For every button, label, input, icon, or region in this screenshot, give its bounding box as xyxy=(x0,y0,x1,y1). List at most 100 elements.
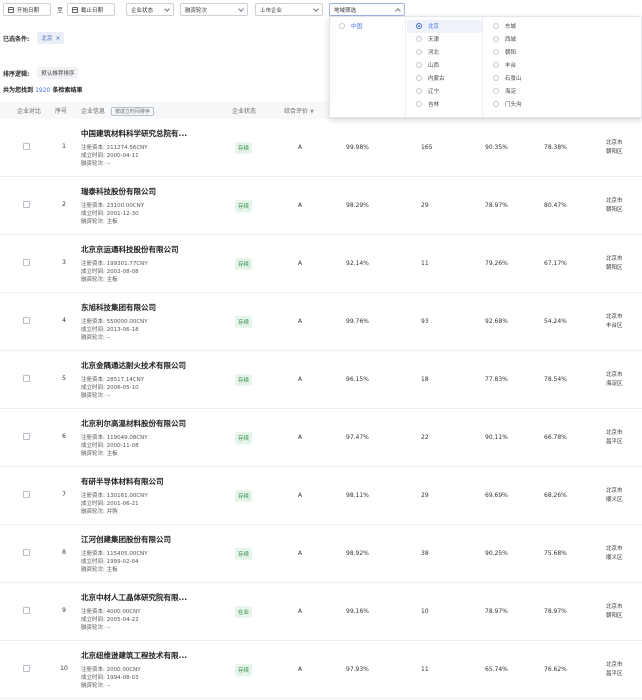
region-option[interactable]: 门头沟 xyxy=(493,100,522,108)
region-option[interactable]: 河北 xyxy=(416,48,439,56)
region-option[interactable]: 内蒙古 xyxy=(416,74,445,82)
chevron-down-icon xyxy=(238,6,244,12)
table-row[interactable]: 3 北京京运通科技股份有限公司 注册资本: 199301.77CNY 成立时间: 20… xyxy=(0,235,642,293)
region-option[interactable]: 辽宁 xyxy=(416,87,439,95)
radio-icon[interactable] xyxy=(493,23,499,29)
table-row[interactable]: 2 瑞泰科技股份有限公司 注册资本: 23100.00CNY 成立时间: 2001-1… xyxy=(0,177,642,235)
region-city: 北京市 xyxy=(606,662,623,668)
region-cell: 北京市 丰台区 xyxy=(606,313,623,331)
region-option[interactable]: 天津 xyxy=(416,35,439,43)
founded-date: 成立时间: 1999-02-04 xyxy=(81,559,139,565)
compare-checkbox[interactable] xyxy=(23,491,30,498)
region-city: 北京市 xyxy=(606,488,623,494)
compare-checkbox[interactable] xyxy=(23,317,30,324)
funding-round-select[interactable]: 融资轮次 xyxy=(180,3,248,16)
metric-3: 78.97% xyxy=(485,608,508,615)
region-option[interactable]: 山西 xyxy=(416,61,439,69)
listed-select[interactable]: 上市企业 xyxy=(255,3,323,16)
compare-checkbox[interactable] xyxy=(23,375,30,382)
selected-tag[interactable]: 北京 × xyxy=(37,32,65,44)
influence-value: 75.68% xyxy=(544,550,567,557)
funding-round: 融资轮次: -- xyxy=(81,625,111,631)
founded-date: 成立时间: 2002-08-08 xyxy=(81,269,139,275)
status-badge: 存续 xyxy=(235,200,253,212)
radio-icon[interactable] xyxy=(493,62,499,68)
radio-icon[interactable] xyxy=(416,23,422,29)
header-rating-label: 综合评价 xyxy=(284,108,309,115)
start-date-picker[interactable]: 开始日期 xyxy=(3,3,51,16)
company-name[interactable]: 北京金隅通达耐火技术有限公司 xyxy=(81,360,186,371)
row-index: 4 xyxy=(62,317,66,324)
region-option[interactable]: 吉林 xyxy=(416,100,439,108)
compare-checkbox[interactable] xyxy=(23,201,30,208)
header-rating[interactable]: 综合评价 ▼ xyxy=(284,106,314,115)
end-date-picker[interactable]: 截止日期 xyxy=(67,3,115,16)
company-name[interactable]: 瑞泰科技股份有限公司 xyxy=(81,186,156,197)
radio-icon[interactable] xyxy=(493,49,499,55)
founded-date: 成立时间: 2005-04-22 xyxy=(81,617,139,623)
region-select[interactable]: 地域筛选 xyxy=(329,3,405,16)
compare-checkbox[interactable] xyxy=(23,259,30,266)
compare-checkbox[interactable] xyxy=(23,143,30,150)
company-name[interactable]: 中国建筑材料科学研究总院有... xyxy=(81,128,187,139)
table-row[interactable]: 9 北京中材人工晶体研究院有限... 注册资本: 4000.00CNY 成立时间: 2… xyxy=(0,583,642,641)
region-option-label: 中国 xyxy=(351,24,363,30)
company-name[interactable]: 北京纽维逊建筑工程技术有限... xyxy=(81,650,187,661)
company-status-select[interactable]: 企业状态 xyxy=(126,3,174,16)
table-row[interactable]: 5 北京金隅通达耐火技术有限公司 注册资本: 28517.14CNY 成立时间: 20… xyxy=(0,351,642,409)
radio-icon[interactable] xyxy=(493,101,499,107)
region-option[interactable]: 东城 xyxy=(493,22,516,30)
compare-checkbox[interactable] xyxy=(23,665,30,672)
region-option[interactable]: 北京 xyxy=(416,22,439,30)
compare-checkbox[interactable] xyxy=(23,433,30,440)
company-status-label: 企业状态 xyxy=(131,7,154,14)
table-row[interactable]: 7 有研半导体材料有限公司 注册资本: 130161.00CNY 成立时间: 2001… xyxy=(0,467,642,525)
company-name[interactable]: 江河创建集团股份有限公司 xyxy=(81,534,171,545)
header-info: 企业信息 按成立时间排序 xyxy=(81,106,154,116)
status-badge: 存续 xyxy=(235,490,253,502)
sort-option[interactable]: 默认推荐排序 xyxy=(37,67,79,79)
region-option-label: 门头沟 xyxy=(505,102,522,108)
close-icon[interactable]: × xyxy=(55,35,60,42)
radio-icon[interactable] xyxy=(416,36,422,42)
region-option[interactable]: 中国 xyxy=(339,22,362,30)
chevron-down-icon xyxy=(164,6,170,12)
radio-icon[interactable] xyxy=(416,62,422,68)
region-option[interactable]: 石景山 xyxy=(493,74,522,82)
radio-icon[interactable] xyxy=(339,23,345,29)
company-name[interactable]: 北京京运通科技股份有限公司 xyxy=(81,244,179,255)
metric-3: 90.11% xyxy=(485,434,508,441)
province-column: 北京天津河北山西内蒙古辽宁吉林 xyxy=(407,17,483,117)
metric-1: 99.76% xyxy=(346,318,369,325)
calendar-icon xyxy=(72,6,78,13)
table-row[interactable]: 10 北京纽维逊建筑工程技术有限... 注册资本: 2000.00CNY 成立时间: … xyxy=(0,641,642,699)
compare-checkbox[interactable] xyxy=(23,549,30,556)
status-badge: 存续 xyxy=(235,142,253,154)
radio-icon[interactable] xyxy=(416,49,422,55)
table-row[interactable]: 1 中国建筑材料科学研究总院有... 注册资本: 211274.56CNY 成立时间:… xyxy=(0,119,642,177)
region-option[interactable]: 丰台 xyxy=(493,61,516,69)
sort-by-founded-button[interactable]: 按成立时间排序 xyxy=(110,107,154,116)
sort-logic: 排序逻辑: 默认推荐排序 xyxy=(3,67,79,79)
company-name[interactable]: 有研半导体材料有限公司 xyxy=(81,476,164,487)
table-row[interactable]: 4 东旭科技集团有限公司 注册资本: 550000.00CNY 成立时间: 2013-… xyxy=(0,293,642,351)
radio-icon[interactable] xyxy=(416,101,422,107)
radio-icon[interactable] xyxy=(416,88,422,94)
metric-3: 90.25% xyxy=(485,550,508,557)
region-option[interactable]: 朝阳 xyxy=(493,48,516,56)
company-name[interactable]: 北京利尔高温材料股份有限公司 xyxy=(81,418,186,429)
registered-capital: 注册资本: 130161.00CNY xyxy=(81,493,148,499)
company-name[interactable]: 北京中材人工晶体研究院有限... xyxy=(81,592,187,603)
radio-icon[interactable] xyxy=(493,75,499,81)
table-row[interactable]: 6 北京利尔高温材料股份有限公司 注册资本: 119049.08CNY 成立时间: 2… xyxy=(0,409,642,467)
rating-grade: A xyxy=(298,550,303,557)
region-option[interactable]: 海淀 xyxy=(493,87,516,95)
registered-capital: 注册资本: 23100.00CNY xyxy=(81,203,145,209)
radio-icon[interactable] xyxy=(493,88,499,94)
table-row[interactable]: 8 江河创建集团股份有限公司 注册资本: 115405.00CNY 成立时间: 199… xyxy=(0,525,642,583)
radio-icon[interactable] xyxy=(493,36,499,42)
radio-icon[interactable] xyxy=(416,75,422,81)
region-option[interactable]: 西城 xyxy=(493,35,516,43)
compare-checkbox[interactable] xyxy=(23,607,30,614)
company-name[interactable]: 东旭科技集团有限公司 xyxy=(81,302,156,313)
